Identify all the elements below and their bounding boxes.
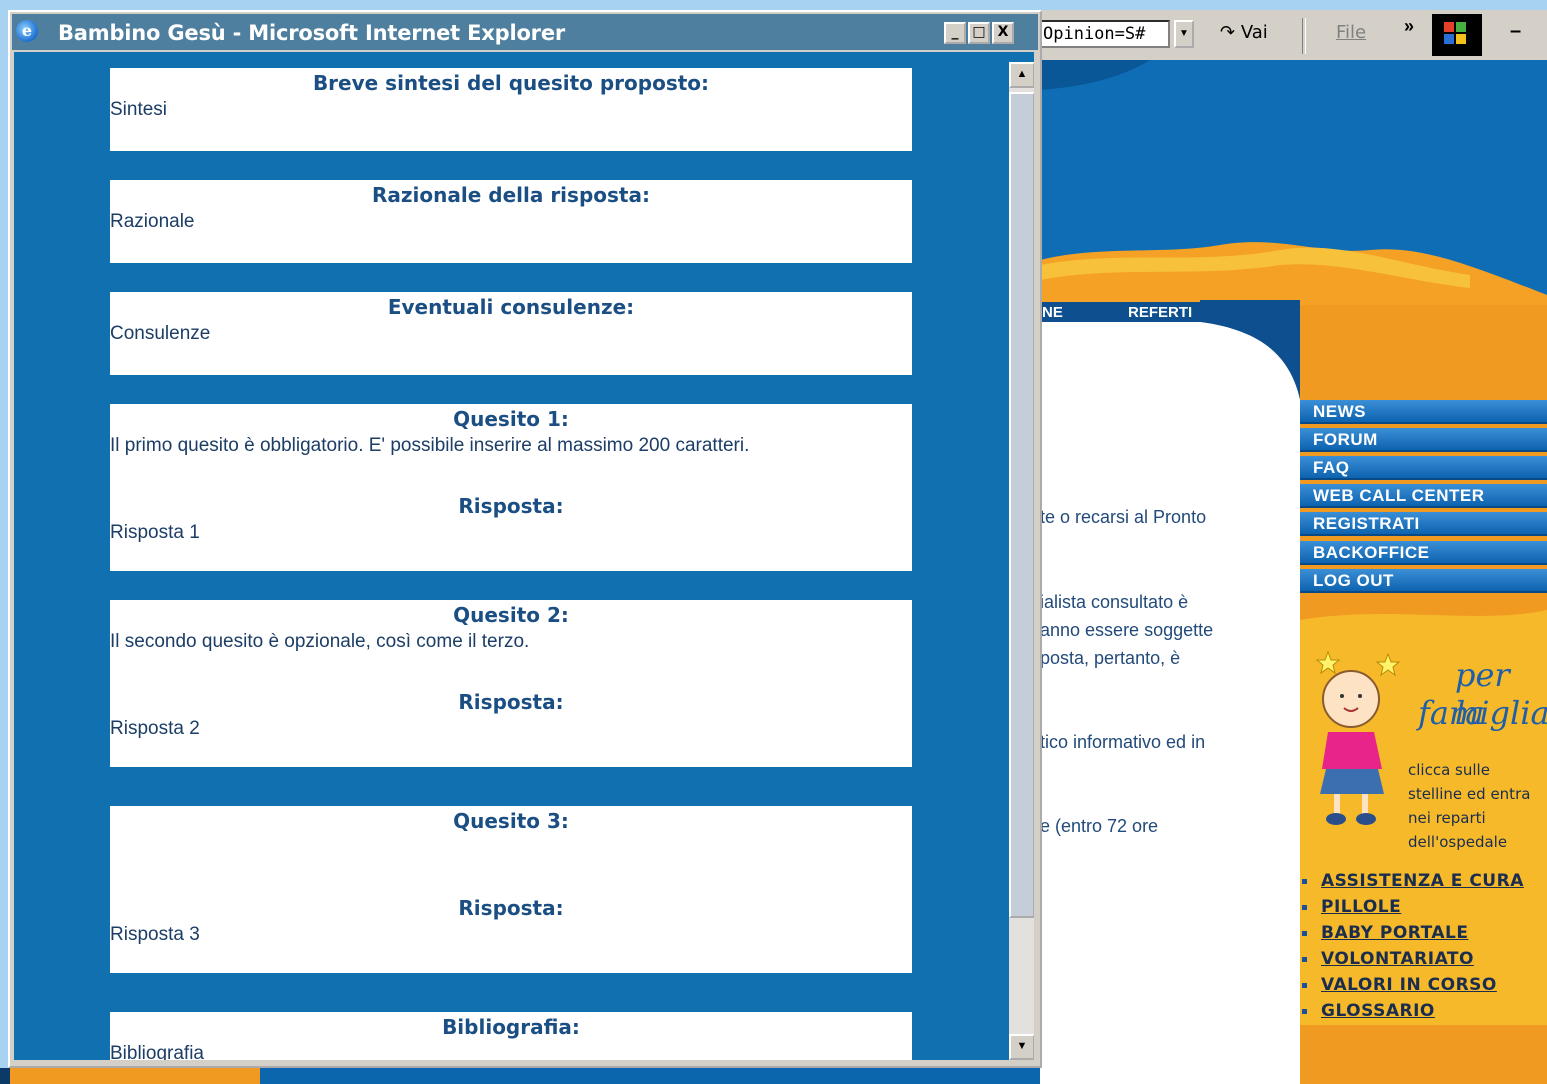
browser-toolbar: Opinion=S# ▼ ↷ Vai File » – xyxy=(1040,10,1547,61)
nav-registrati[interactable]: REGISTRATI xyxy=(1300,512,1547,536)
link-glossario[interactable]: GLOSSARIO xyxy=(1300,998,1524,1024)
nav-web-call-center[interactable]: WEB CALL CENTER xyxy=(1300,484,1547,508)
section-title: Quesito 1: xyxy=(453,407,569,431)
tab-ne[interactable]: NE xyxy=(1042,304,1063,321)
address-dropdown-button[interactable]: ▼ xyxy=(1174,20,1194,48)
ie-popup-window: e Bambino Gesù - Microsoft Internet Expl… xyxy=(8,10,1042,1068)
nav-log-out[interactable]: LOG OUT xyxy=(1300,569,1547,593)
go-label: Vai xyxy=(1240,22,1268,43)
section-title: Quesito 2: xyxy=(453,603,569,627)
section-razionale: Razionale della risposta: Razionale xyxy=(110,180,912,263)
content-fragment: tico informativo ed in xyxy=(1040,732,1206,752)
answer-text: Risposta 2 xyxy=(110,718,200,739)
tab-referti[interactable]: REFERTI xyxy=(1128,304,1192,321)
section-text: Sintesi xyxy=(110,99,168,120)
content-fragment: e (entro 72 ore xyxy=(1040,816,1159,836)
family-title-line2: famiglia xyxy=(1418,694,1547,732)
scroll-down-arrow[interactable]: ▼ xyxy=(1009,1034,1034,1060)
window-title: Bambino Gesù - Microsoft Internet Explor… xyxy=(58,21,566,45)
minimize-button[interactable]: _ xyxy=(944,22,966,44)
go-arrow-icon: ↷ xyxy=(1220,22,1236,43)
answer-title: Risposta: xyxy=(458,896,564,920)
section-text xyxy=(110,837,912,863)
nav-news[interactable]: NEWS xyxy=(1300,400,1547,424)
desktop-top-edge xyxy=(0,0,1547,10)
content-fragment: te o recarsi al Pronto xyxy=(1040,507,1207,527)
nav-faq[interactable]: FAQ xyxy=(1300,456,1547,480)
scroll-up-arrow[interactable]: ▲ xyxy=(1009,62,1034,88)
caption-line: stelline ed entra xyxy=(1408,785,1531,803)
menu-file[interactable]: File xyxy=(1336,22,1366,43)
section-sintesi: Breve sintesi del quesito proposto: Sint… xyxy=(110,68,912,151)
bottom-orange-strip xyxy=(10,1068,260,1084)
section-title: Eventuali consulenze: xyxy=(387,295,635,319)
section-title: Breve sintesi del quesito proposto: xyxy=(312,71,710,95)
answer-text: Risposta 1 xyxy=(110,522,200,543)
site-content: te o recarsi al Pronto ialista consultat… xyxy=(1040,322,1300,1084)
address-field[interactable]: Opinion=S# xyxy=(1040,20,1170,48)
caption-line: nei reparti xyxy=(1408,809,1486,827)
content-fragment: ialista consultato è xyxy=(1040,592,1189,612)
vertical-scrollbar[interactable]: ▲ ▼ xyxy=(1009,62,1034,1060)
popup-content: Breve sintesi del quesito proposto: Sint… xyxy=(14,52,1034,1060)
section-bibliografia: Bibliografia: Bibliografia xyxy=(110,1012,912,1060)
site-header xyxy=(1040,60,1547,305)
section-consulenze: Eventuali consulenze: Consulenze xyxy=(110,292,912,375)
family-panel-edge xyxy=(1300,600,1547,620)
answer-title: Risposta: xyxy=(458,494,564,518)
nav-backoffice[interactable]: BACKOFFICE xyxy=(1300,541,1547,565)
window-titlebar[interactable]: e Bambino Gesù - Microsoft Internet Expl… xyxy=(12,14,1038,50)
caption-line: clicca sulle xyxy=(1408,761,1490,779)
section-title: Bibliografia: xyxy=(442,1015,580,1039)
scrollbar-thumb[interactable] xyxy=(1009,92,1034,918)
ie-logo-icon: e xyxy=(16,20,38,42)
family-panel: per la famiglia clicca sulle stelline ed… xyxy=(1300,600,1547,1025)
link-valori-in-corso[interactable]: VALORI IN CORSO xyxy=(1300,972,1524,998)
close-button[interactable]: X xyxy=(992,22,1014,44)
section-title: Quesito 3: xyxy=(453,809,569,833)
family-caption: clicca sulle stelline ed entra nei repar… xyxy=(1408,758,1530,854)
answer-text: Risposta 3 xyxy=(110,924,200,945)
toolbar-overflow-chevron[interactable]: » xyxy=(1404,16,1414,37)
section-quesito-3: Quesito 3: Risposta: Risposta 3 xyxy=(110,806,912,973)
header-decoration xyxy=(1040,60,1547,305)
section-quesito-1: Quesito 1: Il primo quesito è obbligator… xyxy=(110,404,912,571)
caption-line: dell'ospedale xyxy=(1408,833,1508,851)
section-text: Il primo quesito è obbligatorio. E' poss… xyxy=(110,435,750,456)
content-fragment: posta, pertanto, è xyxy=(1040,648,1181,668)
content-fragment: anno essere soggette xyxy=(1040,620,1214,640)
minimize-glyph[interactable]: – xyxy=(1510,20,1521,43)
maximize-button[interactable]: □ xyxy=(968,22,990,44)
toolbar-separator xyxy=(1302,18,1306,54)
bottom-edge xyxy=(0,1068,10,1084)
link-assistenza-e-cura[interactable]: ASSISTENZA E CURA xyxy=(1300,868,1524,894)
child-illustration xyxy=(1315,650,1401,825)
link-pillole[interactable]: PILLOLE xyxy=(1300,894,1524,920)
section-text: Il secondo quesito è opzionale, così com… xyxy=(110,631,530,652)
nav-forum[interactable]: FORUM xyxy=(1300,428,1547,452)
section-text: Razionale xyxy=(110,211,195,232)
corner-curve xyxy=(1200,300,1300,410)
site-tab-strip: NE REFERTI xyxy=(1040,302,1220,324)
answer-title: Risposta: xyxy=(458,690,564,714)
section-quesito-2: Quesito 2: Il secondo quesito è opzional… xyxy=(110,600,912,767)
link-volontariato[interactable]: VOLONTARIATO xyxy=(1300,946,1524,972)
section-title: Razionale della risposta: xyxy=(372,183,650,207)
family-links: ASSISTENZA E CURA PILLOLE BABY PORTALE V… xyxy=(1300,868,1524,1024)
section-text: Consulenze xyxy=(110,323,211,344)
section-text: Bibliografia xyxy=(110,1043,204,1060)
windows-logo-icon xyxy=(1432,14,1482,56)
go-button[interactable]: ↷ Vai xyxy=(1220,22,1268,43)
link-baby-portale[interactable]: BABY PORTALE xyxy=(1300,920,1524,946)
